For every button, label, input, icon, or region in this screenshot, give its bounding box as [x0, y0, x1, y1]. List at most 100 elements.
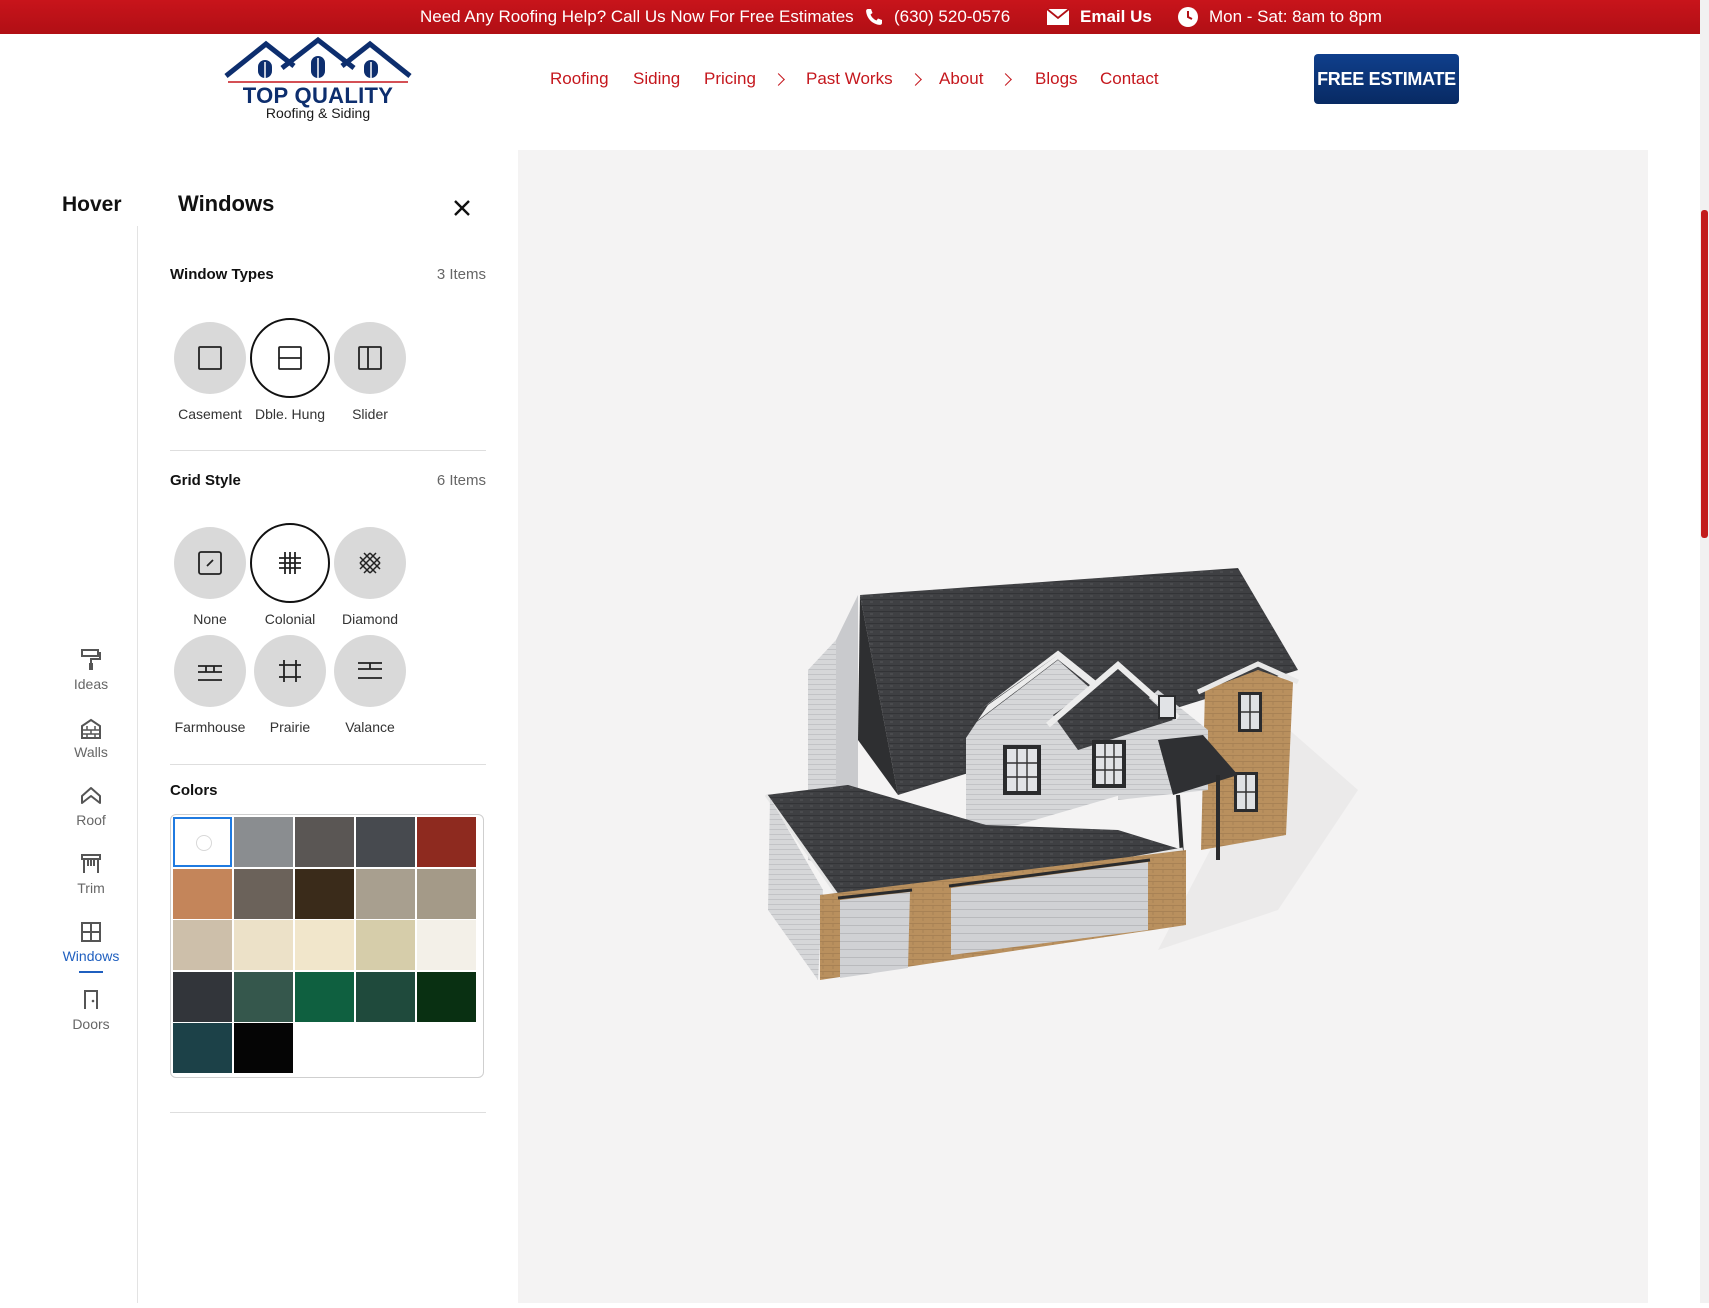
color-swatch[interactable] [173, 920, 232, 970]
grid-colonial-icon [279, 552, 301, 574]
section-title: Window Types [170, 266, 274, 283]
color-swatch[interactable] [417, 817, 476, 867]
option-label: Colonial [264, 611, 316, 627]
option-label: Valance [345, 719, 395, 735]
grid-style-none[interactable]: None [168, 527, 252, 627]
option-label: Prairie [269, 719, 311, 735]
house-3d-viewer[interactable] [518, 150, 1648, 1303]
site-logo[interactable]: TOP QUALITY Roofing & Siding [222, 36, 414, 124]
hours: Mon - Sat: 8am to 8pm [1177, 0, 1382, 34]
window-types-header: Window Types 3 Items [170, 266, 486, 283]
nav-blogs[interactable]: Blogs [1035, 62, 1078, 96]
email-link[interactable]: Email Us [1046, 0, 1152, 34]
nav-contact[interactable]: Contact [1100, 62, 1159, 96]
option-label: Dble. Hung [254, 406, 326, 422]
phone-number[interactable]: (630) 520-0576 [894, 7, 1010, 27]
window-icon [81, 922, 101, 942]
color-swatch[interactable] [356, 920, 415, 970]
option-label: None [193, 611, 227, 627]
option-label: Slider [352, 406, 388, 422]
color-swatch[interactable] [173, 971, 232, 1022]
rail-item-ideas[interactable]: Ideas [52, 648, 130, 704]
color-swatch[interactable] [356, 817, 415, 867]
item-count: 6 Items [436, 472, 486, 489]
color-swatch[interactable] [234, 971, 293, 1022]
section-divider [170, 450, 486, 451]
chevron-right-icon[interactable] [999, 72, 1013, 86]
nav-siding[interactable]: Siding [633, 62, 680, 96]
app-title: Hover [62, 193, 122, 216]
color-swatch[interactable] [173, 817, 232, 867]
nav-roofing[interactable]: Roofing [550, 62, 609, 96]
window-type-casement[interactable]: Casement [168, 322, 252, 422]
help-text-label: Need Any Roofing Help? Call Us Now For F… [420, 7, 854, 26]
rail-label: Walls [74, 744, 108, 760]
panel-title: Windows [178, 191, 275, 216]
rail-item-windows[interactable]: Windows [52, 920, 130, 976]
nav-pricing[interactable]: Pricing [704, 62, 785, 96]
hours-text: Mon - Sat: 8am to 8pm [1209, 7, 1382, 26]
color-swatch[interactable] [295, 920, 354, 970]
trim-icon [81, 854, 101, 873]
section-title: Grid Style [170, 472, 241, 489]
rail-label: Roof [76, 812, 106, 828]
grid-style-prairie[interactable]: Prairie [248, 635, 332, 735]
option-label: Diamond [341, 611, 399, 627]
color-swatch[interactable] [417, 971, 476, 1022]
casement-window-icon [198, 346, 222, 370]
item-count: 3 Items [436, 266, 486, 283]
phone-icon [864, 7, 884, 27]
rail-item-doors[interactable]: Doors [52, 988, 130, 1044]
color-swatch[interactable] [356, 868, 415, 919]
page-scrollbar[interactable] [1700, 0, 1709, 1303]
grid-style-farmhouse[interactable]: Farmhouse [168, 635, 252, 735]
option-label: Farmhouse [174, 719, 246, 735]
color-palette [170, 814, 484, 1078]
door-icon [84, 990, 98, 1009]
rail-divider [137, 226, 138, 1303]
rail-label: Trim [77, 880, 105, 896]
section-title: Colors [170, 782, 218, 799]
paint-roller-icon [81, 649, 101, 670]
color-swatch[interactable] [417, 920, 476, 970]
grid-farmhouse-icon [198, 665, 222, 681]
window-type-slider[interactable]: Slider [328, 322, 412, 422]
grid-style-valance[interactable]: Valance [328, 635, 412, 735]
color-swatch[interactable] [173, 868, 232, 919]
color-swatch[interactable] [295, 971, 354, 1022]
rail-item-walls[interactable]: Walls [52, 716, 130, 772]
option-label: Casement [178, 406, 242, 422]
house-render [764, 568, 1358, 980]
color-swatch[interactable] [417, 868, 476, 919]
colors-header: Colors [170, 782, 486, 799]
mail-icon [1046, 8, 1070, 26]
phone-link[interactable]: (630) 520-0576 [864, 0, 1010, 34]
house-logo-icon [224, 36, 412, 83]
close-icon[interactable] [450, 196, 474, 220]
grid-prairie-icon [279, 660, 301, 682]
color-swatch[interactable] [234, 1023, 293, 1073]
section-divider [170, 1112, 486, 1113]
free-estimate-button[interactable]: FREE ESTIMATE [1314, 54, 1459, 104]
color-swatch[interactable] [234, 868, 293, 919]
rail-item-trim[interactable]: Trim [52, 852, 130, 908]
rail-item-roof[interactable]: Roof [52, 784, 130, 840]
scrollbar-thumb[interactable] [1701, 210, 1708, 538]
color-swatch[interactable] [356, 971, 415, 1022]
color-swatch[interactable] [295, 817, 354, 867]
rail-label: Doors [72, 1016, 110, 1032]
color-swatch[interactable] [234, 817, 293, 867]
help-text: Need Any Roofing Help? Call Us Now For F… [420, 0, 854, 34]
grid-style-colonial[interactable]: Colonial [248, 523, 332, 627]
logo-tagline: Roofing & Siding [265, 105, 371, 121]
color-swatch[interactable] [173, 1023, 232, 1073]
color-swatch[interactable] [295, 868, 354, 919]
nav-past-works[interactable]: Past Works [806, 62, 922, 96]
chevron-right-icon[interactable] [772, 72, 785, 86]
grid-style-diamond[interactable]: Diamond [328, 527, 412, 627]
nav-about[interactable]: About [939, 62, 1013, 96]
window-type-double-hung[interactable]: Dble. Hung [248, 318, 332, 422]
chevron-right-icon[interactable] [908, 72, 922, 86]
color-swatch[interactable] [234, 920, 293, 970]
email-label[interactable]: Email Us [1080, 7, 1152, 27]
